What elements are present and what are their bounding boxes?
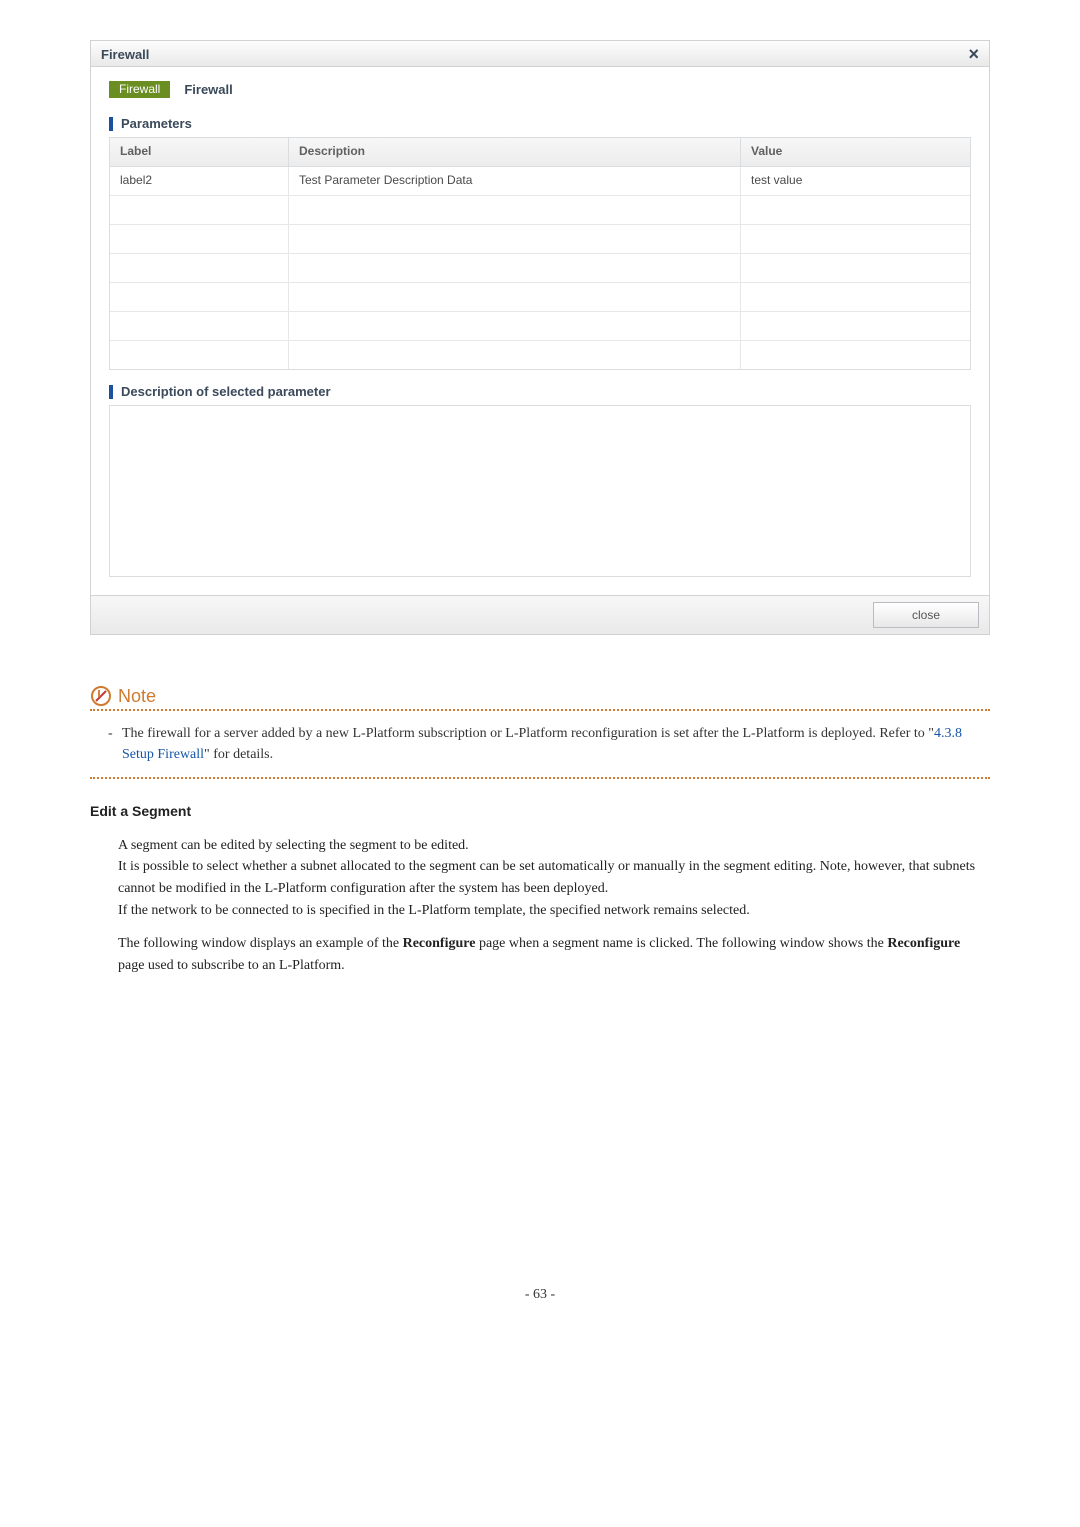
firewall-chip: Firewall xyxy=(109,81,170,98)
parameters-table: Label Description Value label2 Test Para… xyxy=(109,137,971,370)
cell-label: label2 xyxy=(110,167,288,196)
dialog-body: Firewall Firewall Parameters Label Descr… xyxy=(91,67,989,595)
cell-label xyxy=(110,254,288,283)
table-row[interactable]: label2 Test Parameter Description Data t… xyxy=(110,167,970,196)
table-row[interactable] xyxy=(110,312,970,341)
note-body: The firewall for a server added by a new… xyxy=(90,717,990,771)
cell-description xyxy=(288,312,740,341)
paragraph-text: page when a segment name is clicked. The… xyxy=(475,936,887,951)
description-box xyxy=(109,405,971,577)
note-block: Note The firewall for a server added by … xyxy=(90,685,990,779)
section-heading: Edit a Segment xyxy=(90,801,990,823)
table-header-row: Label Description Value xyxy=(110,138,970,167)
cell-value xyxy=(740,225,970,254)
cell-description: Test Parameter Description Data xyxy=(288,167,740,196)
table-row[interactable] xyxy=(110,283,970,312)
paragraph: The following window displays an example… xyxy=(90,933,990,976)
note-heading: Note xyxy=(90,685,990,707)
section-bar-icon xyxy=(109,117,113,131)
table-row[interactable] xyxy=(110,341,970,369)
parameters-section-header: Parameters xyxy=(109,116,971,131)
note-separator xyxy=(90,709,990,711)
cell-value xyxy=(740,312,970,341)
col-header-value: Value xyxy=(740,138,970,167)
cell-value xyxy=(740,341,970,369)
cell-value xyxy=(740,283,970,312)
parameters-title: Parameters xyxy=(121,116,192,131)
cell-description xyxy=(288,341,740,369)
note-icon xyxy=(90,685,112,707)
cell-value: test value xyxy=(740,167,970,196)
paragraph-text: page used to subscribe to an L-Platform. xyxy=(118,958,345,973)
firewall-dialog: Firewall × Firewall Firewall Parameters … xyxy=(90,40,990,635)
note-text-b: " for details. xyxy=(204,747,273,762)
col-header-label: Label xyxy=(110,138,288,167)
cell-description xyxy=(288,196,740,225)
firewall-label: Firewall xyxy=(184,82,232,97)
cell-value xyxy=(740,254,970,283)
dialog-title: Firewall xyxy=(101,47,149,62)
dialog-footer: close xyxy=(91,595,989,634)
cell-label xyxy=(110,312,288,341)
table-row[interactable] xyxy=(110,196,970,225)
bold-text: Reconfigure xyxy=(887,936,960,951)
bold-text: Reconfigure xyxy=(403,936,476,951)
cell-label xyxy=(110,196,288,225)
note-separator xyxy=(90,777,990,779)
firewall-tag-row: Firewall Firewall xyxy=(109,81,971,98)
close-icon[interactable]: × xyxy=(968,45,979,63)
desc-section-header: Description of selected parameter xyxy=(109,384,971,399)
cell-description xyxy=(288,283,740,312)
col-header-description: Description xyxy=(288,138,740,167)
cell-label xyxy=(110,283,288,312)
desc-title: Description of selected parameter xyxy=(121,384,331,399)
paragraph-text: If the network to be connected to is spe… xyxy=(118,903,750,918)
section-bar-icon xyxy=(109,385,113,399)
cell-description xyxy=(288,225,740,254)
table-row[interactable] xyxy=(110,254,970,283)
page-number: - 63 - xyxy=(0,1287,1080,1303)
edit-segment-section: Edit a Segment A segment can be edited b… xyxy=(90,801,990,977)
close-button[interactable]: close xyxy=(873,602,979,628)
table-row[interactable] xyxy=(110,225,970,254)
cell-label xyxy=(110,341,288,369)
paragraph-text: The following window displays an example… xyxy=(118,936,403,951)
cell-description xyxy=(288,254,740,283)
paragraph-text: It is possible to select whether a subne… xyxy=(118,859,975,896)
cell-value xyxy=(740,196,970,225)
paragraph-text: A segment can be edited by selecting the… xyxy=(118,838,469,853)
note-heading-text: Note xyxy=(118,686,156,707)
paragraph: A segment can be edited by selecting the… xyxy=(90,835,990,922)
dialog-header: Firewall × xyxy=(91,41,989,67)
note-text-a: The firewall for a server added by a new… xyxy=(122,726,934,741)
note-item: The firewall for a server added by a new… xyxy=(108,723,990,765)
cell-label xyxy=(110,225,288,254)
